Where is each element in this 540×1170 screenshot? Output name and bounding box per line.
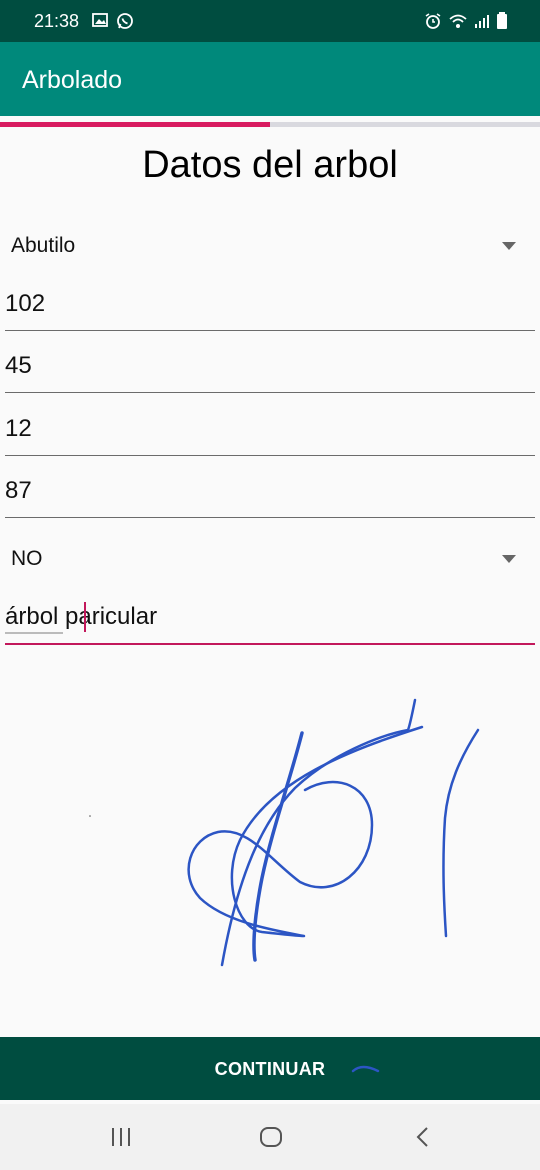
species-dropdown[interactable]: Abutilo (0, 226, 540, 270)
signature-stroke (351, 1065, 380, 1073)
input-field-4[interactable]: 87 (5, 473, 535, 518)
input-field-2-value: 45 (5, 352, 32, 379)
signature-dot (89, 815, 91, 817)
app-title: Arbolado (22, 66, 123, 94)
status-notification-icons (92, 12, 134, 30)
back-icon[interactable] (414, 1126, 432, 1148)
progress-fill (0, 122, 270, 127)
wifi-icon (449, 14, 467, 28)
app-bar: Arbolado (0, 42, 540, 116)
species-dropdown-value: Abutilo (11, 234, 76, 257)
input-field-3-value: 12 (5, 415, 32, 442)
battery-icon (497, 12, 507, 29)
signal-icon (475, 15, 489, 28)
status-system-icons (424, 12, 508, 30)
dropdown-arrow-icon (502, 242, 516, 250)
home-icon[interactable] (258, 1126, 284, 1148)
input-field-3[interactable]: 12 (5, 411, 535, 456)
notes-input-value: árbol paricular (5, 603, 158, 630)
dropdown-arrow-icon (502, 555, 516, 563)
input-field-2[interactable]: 45 (5, 348, 535, 393)
progress-bar (0, 122, 540, 127)
notes-input[interactable]: árbol paricular (5, 599, 535, 645)
spellcheck-underline (5, 632, 63, 634)
signature-stroke (187, 725, 424, 938)
whatsapp-icon (117, 13, 133, 29)
recent-apps-icon[interactable] (109, 1126, 133, 1148)
yes-no-dropdown-value: NO (11, 547, 43, 570)
status-time: 21:38 (34, 11, 80, 31)
image-icon (92, 13, 108, 27)
status-bar: 21:38 (0, 0, 540, 42)
page-title: Datos del arbol (142, 144, 398, 186)
text-cursor (84, 602, 86, 632)
signature-stroke (442, 728, 480, 938)
input-field-4-value: 87 (5, 477, 32, 504)
continue-button[interactable]: CONTINUAR (0, 1037, 540, 1100)
continue-button-label: CONTINUAR (214, 1059, 326, 1079)
input-field-1-value: 102 (5, 290, 46, 317)
input-field-1[interactable]: 102 (5, 286, 535, 331)
yes-no-dropdown[interactable]: NO (0, 539, 540, 583)
navigation-bar (0, 1104, 540, 1170)
alarm-icon (425, 13, 441, 29)
signature-pad[interactable] (0, 660, 540, 1030)
